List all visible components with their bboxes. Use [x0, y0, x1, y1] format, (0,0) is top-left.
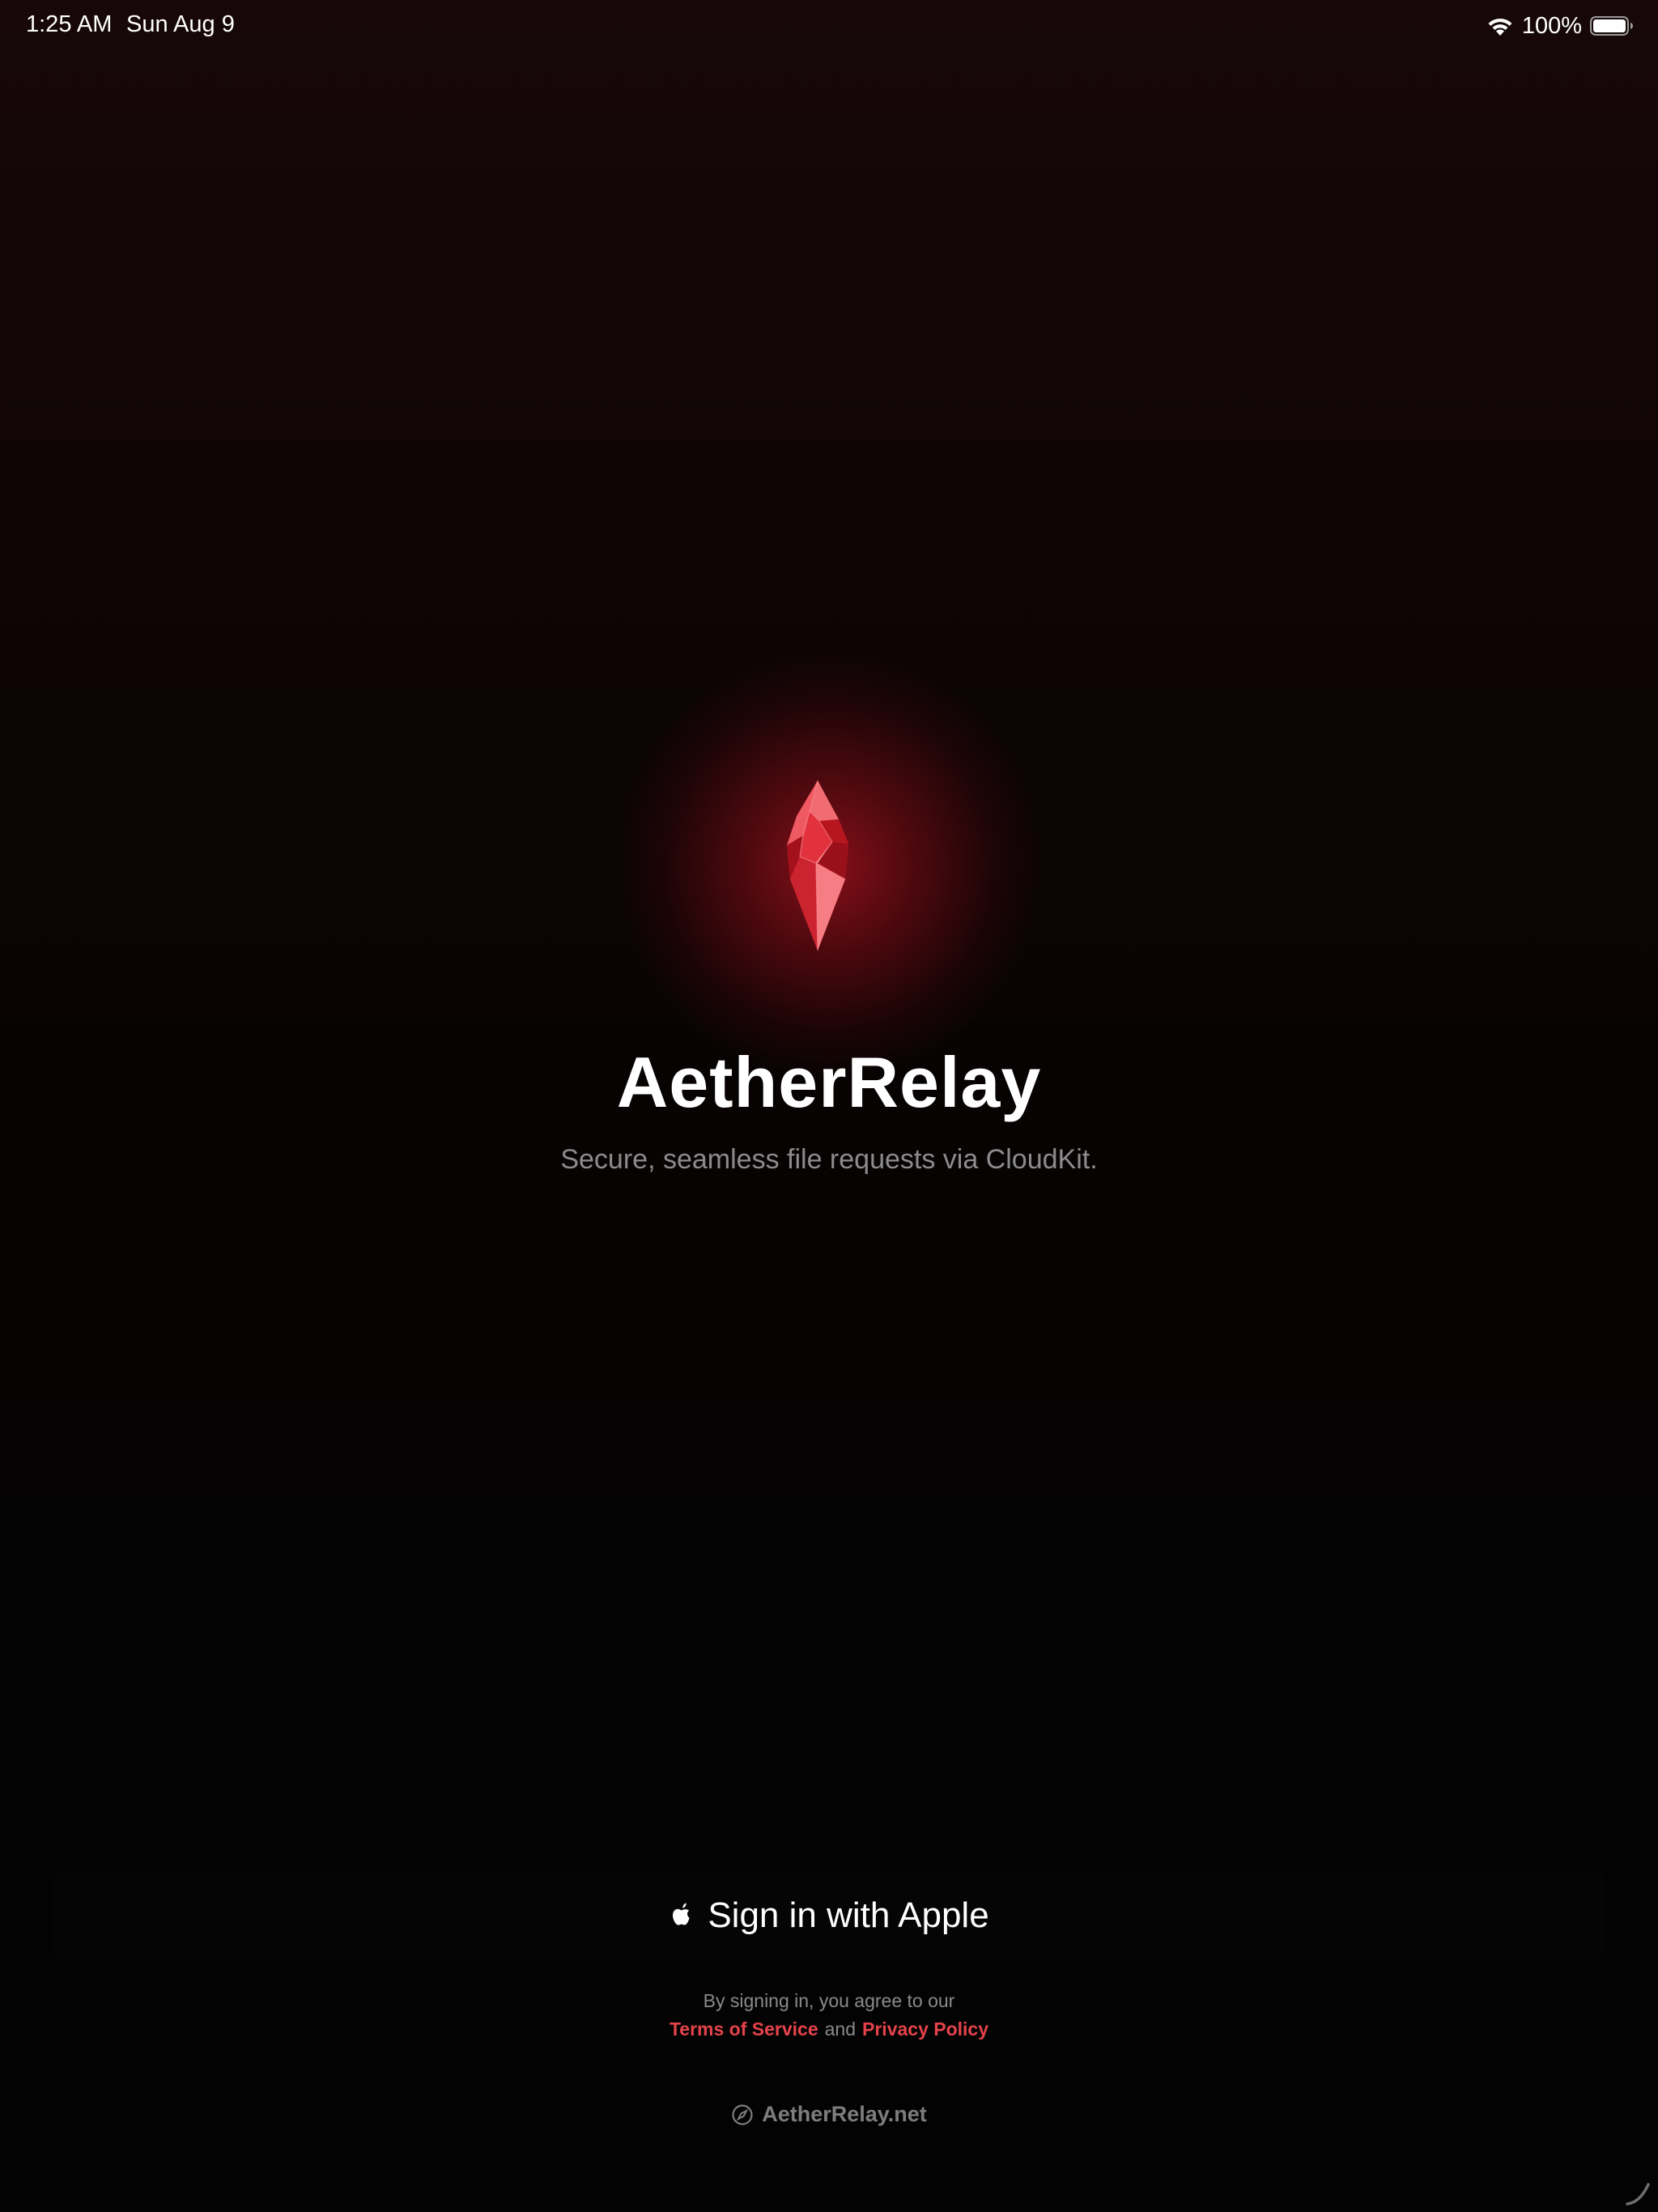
legal-text: By signing in, you agree to our [703, 1990, 955, 2011]
terms-of-service-link[interactable]: Terms of Service [670, 2018, 818, 2040]
website-link[interactable]: AetherRelay.net [0, 2102, 1658, 2127]
sign-in-label: Sign in with Apple [708, 1895, 989, 1935]
battery-percent: 100% [1521, 12, 1582, 39]
sign-in-with-apple-button[interactable]: Sign in with Apple [52, 1870, 1606, 1961]
status-bar: 1:25 AM Sun Aug 9 100% [0, 0, 1658, 52]
status-indicators: 100% [1486, 11, 1634, 40]
wifi-icon [1486, 15, 1514, 36]
legal-and-text: and [824, 2018, 857, 2040]
status-date: Sun Aug 9 [126, 11, 235, 37]
apple-logo-icon [669, 1899, 695, 1932]
privacy-policy-link[interactable]: Privacy Policy [862, 2018, 988, 2040]
app-title: AetherRelay [616, 1042, 1042, 1122]
legal-links: Terms of Service and Privacy Policy [0, 2015, 1658, 2043]
compass-icon [731, 2104, 754, 2126]
website-label: AetherRelay.net [762, 2102, 927, 2126]
battery-icon [1590, 15, 1634, 36]
red-crystal-icon [785, 779, 866, 954]
status-time: 1:25 AM [26, 11, 113, 37]
app-subtitle: Secure, seamless file requests via Cloud… [560, 1144, 1098, 1175]
resize-handle[interactable] [1622, 2178, 1652, 2207]
